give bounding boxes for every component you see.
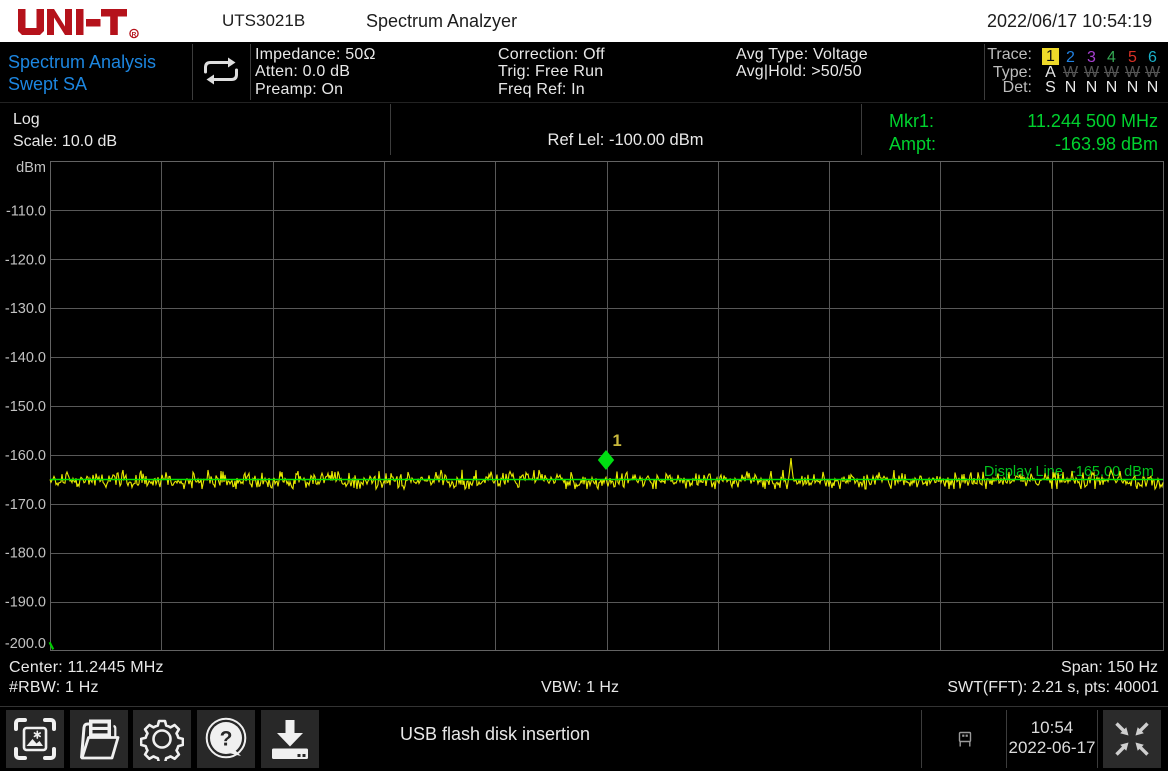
svg-text:-160.0: -160.0 (5, 448, 46, 464)
svg-text:dBm: dBm (16, 160, 46, 176)
svg-text:-120.0: -120.0 (5, 252, 46, 268)
svg-text:1: 1 (613, 432, 622, 450)
svg-text:-140.0: -140.0 (5, 350, 46, 366)
svg-text:-180.0: -180.0 (5, 546, 46, 562)
svg-text:-110.0: -110.0 (6, 203, 46, 219)
svg-text:-150.0: -150.0 (5, 399, 46, 415)
svg-text:-190.0: -190.0 (5, 595, 46, 611)
svg-text:-200.0: -200.0 (5, 636, 46, 652)
svg-text:?: ? (220, 727, 233, 750)
svg-text:-130.0: -130.0 (5, 301, 46, 317)
svg-text:-170.0: -170.0 (5, 497, 46, 513)
svg-text:R: R (132, 31, 137, 38)
